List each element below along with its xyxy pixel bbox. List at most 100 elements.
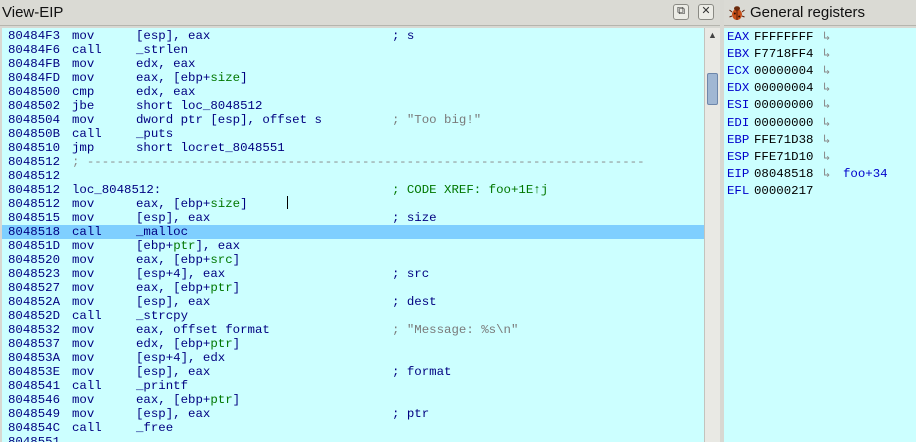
instruction-operands[interactable]: edx, eax [136, 85, 196, 99]
register-value[interactable]: 00000217 [754, 183, 814, 200]
close-window-button[interactable]: ✕ [698, 4, 714, 20]
instruction-operands[interactable]: _malloc [136, 225, 188, 239]
instruction-mnemonic[interactable]: mov [72, 253, 94, 267]
instruction-mnemonic[interactable]: mov [72, 407, 94, 421]
register-row-efl[interactable]: EFL 00000217 [727, 183, 916, 200]
register-value[interactable]: 00000000 [754, 115, 814, 132]
jump-arrow-icon[interactable]: ↳ [823, 29, 830, 46]
instruction-operands[interactable]: edx, eax [136, 57, 196, 71]
stack-variable-name[interactable]: ptr [210, 393, 232, 407]
instruction-mnemonic[interactable]: mov [72, 239, 94, 253]
listing-row[interactable]: 80484F3 mov [esp], eax ; s [2, 29, 704, 43]
instruction-operands[interactable]: eax, [ebp+size] [136, 71, 248, 85]
listing-row[interactable]: 804853E mov [esp], eax ; format [2, 365, 704, 379]
instruction-mnemonic[interactable]: mov [72, 29, 94, 43]
instruction-mnemonic[interactable]: mov [72, 295, 94, 309]
jump-arrow-icon[interactable]: ↳ [823, 149, 830, 166]
listing-row[interactable]: 8048500 cmp edx, eax [2, 85, 704, 99]
restore-window-button[interactable]: ⧉ [673, 4, 689, 20]
stack-variable-name[interactable]: size [210, 71, 240, 85]
instruction-mnemonic[interactable]: mov [72, 351, 94, 365]
register-row-edi[interactable]: EDI 00000000 ↳ [727, 115, 916, 132]
instruction-operands[interactable]: _free [136, 421, 173, 435]
register-row-ecx[interactable]: ECX 00000004 ↳ [727, 63, 916, 80]
instruction-mnemonic[interactable]: mov [72, 267, 94, 281]
listing-row[interactable]: 80484F6 call _strlen [2, 43, 704, 57]
instruction-operands[interactable]: [ebp+ptr], eax [136, 239, 240, 253]
register-row-edx[interactable]: EDX 00000004 ↳ [727, 80, 916, 97]
instruction-mnemonic[interactable]: mov [72, 57, 94, 71]
instruction-mnemonic[interactable]: call [72, 225, 102, 239]
instruction-mnemonic[interactable]: mov [72, 337, 94, 351]
instruction-mnemonic[interactable]: mov [72, 211, 94, 225]
instruction-mnemonic[interactable]: call [72, 421, 102, 435]
listing-row[interactable]: 804850B call _puts [2, 127, 704, 141]
instruction-operands[interactable]: eax, [ebp+src] [136, 253, 240, 267]
instruction-operands[interactable]: [esp], eax [136, 295, 210, 309]
stack-variable-name[interactable]: ptr [210, 337, 232, 351]
instruction-operands[interactable]: eax, [ebp+ptr] [136, 393, 240, 407]
jump-arrow-icon[interactable]: ↳ [823, 80, 830, 97]
stack-variable-name[interactable]: src [210, 253, 232, 267]
instruction-mnemonic[interactable]: call [72, 309, 102, 323]
instruction-mnemonic[interactable]: mov [72, 113, 94, 127]
listing-row[interactable]: 80484FB mov edx, eax [2, 57, 704, 71]
instruction-mnemonic[interactable]: mov [72, 393, 94, 407]
listing-row[interactable]: 804854C call _free [2, 421, 704, 435]
jump-arrow-icon[interactable]: ↳ [823, 115, 830, 132]
register-value[interactable]: 00000000 [754, 97, 814, 114]
instruction-operands[interactable]: dword ptr [esp], offset s [136, 113, 322, 127]
instruction-operands[interactable]: [esp+4], edx [136, 351, 225, 365]
listing-row[interactable]: 8048532 mov eax, offset format ; "Message: … [2, 323, 704, 337]
instruction-operands[interactable]: _printf [136, 379, 188, 393]
listing-row[interactable]: 8048504 mov dword ptr [esp], offset s ; "To… [2, 113, 704, 127]
register-value[interactable]: FFFFFFFF [754, 29, 814, 46]
register-value[interactable]: FFE71D10 [754, 149, 814, 166]
register-row-esi[interactable]: ESI 00000000 ↳ [727, 97, 916, 114]
instruction-operands[interactable]: eax, offset format [136, 323, 270, 337]
listing-row[interactable]: 8048549 mov [esp], eax ; ptr [2, 407, 704, 421]
register-row-ebx[interactable]: EBX F7718FF4 ↳ [727, 46, 916, 63]
code-label[interactable]: loc_8048512: [72, 183, 161, 197]
instruction-operands[interactable]: _strcpy [136, 309, 188, 323]
instruction-operands[interactable]: [esp], eax [136, 29, 210, 43]
listing-scrollbar[interactable]: ▲ [704, 28, 720, 442]
instruction-mnemonic[interactable]: mov [72, 323, 94, 337]
listing-row[interactable]: 80484FD mov eax, [ebp+size] [2, 71, 704, 85]
listing-row[interactable]: 8048527 mov eax, [ebp+ptr] [2, 281, 704, 295]
register-value[interactable]: 00000004 [754, 63, 814, 80]
general-registers-panel[interactable]: EAX FFFFFFFF ↳ EBX F7718FF4 ↳ ECX 00000004 ↳ EDX 0… [724, 28, 916, 442]
instruction-operands[interactable]: [esp], eax [136, 365, 210, 379]
listing-row[interactable]: 8048537 mov edx, [ebp+ptr] [2, 337, 704, 351]
listing-row[interactable]: 8048512 ; -------------------------------… [2, 155, 704, 169]
instruction-mnemonic[interactable]: mov [72, 365, 94, 379]
register-value[interactable]: F7718FF4 [754, 46, 814, 63]
listing-row[interactable]: 8048523 mov [esp+4], eax ; src [2, 267, 704, 281]
register-row-eax[interactable]: EAX FFFFFFFF ↳ [727, 29, 916, 46]
jump-arrow-icon[interactable]: ↳ [823, 97, 830, 114]
register-row-eip[interactable]: EIP 08048518 ↳ foo+34 [727, 166, 916, 183]
listing-row[interactable]: 8048551 [2, 435, 704, 442]
instruction-mnemonic[interactable]: call [72, 127, 102, 141]
jump-arrow-icon[interactable]: ↳ [823, 63, 830, 80]
instruction-mnemonic[interactable]: jmp [72, 141, 94, 155]
instruction-operands[interactable]: [esp], eax [136, 407, 210, 421]
stack-variable-name[interactable]: ptr [173, 239, 195, 253]
instruction-mnemonic[interactable]: mov [72, 71, 94, 85]
register-value[interactable]: 00000004 [754, 80, 814, 97]
listing-row[interactable]: 804851D mov [ebp+ptr], eax [2, 239, 704, 253]
jump-arrow-icon[interactable]: ↳ [823, 132, 830, 149]
instruction-operands[interactable]: _strlen [136, 43, 188, 57]
instruction-mnemonic[interactable]: call [72, 43, 102, 57]
listing-row[interactable]: 8048510 jmp short locret_8048551 [2, 141, 704, 155]
instruction-operands[interactable]: short locret_8048551 [136, 141, 285, 155]
listing-row[interactable]: 8048512 [2, 169, 704, 183]
listing-row[interactable]: 8048512 loc_8048512: ; CODE XREF: foo+1E↑j [2, 183, 704, 197]
listing-row[interactable]: 8048546 mov eax, [ebp+ptr] [2, 393, 704, 407]
listing-row[interactable]: 8048502 jbe short loc_8048512 [2, 99, 704, 113]
instruction-operands[interactable]: [esp+4], eax [136, 267, 225, 281]
register-row-ebp[interactable]: EBP FFE71D38 ↳ [727, 132, 916, 149]
register-value[interactable]: FFE71D38 [754, 132, 814, 149]
instruction-operands[interactable]: eax, [ebp+ptr] [136, 281, 240, 295]
listing-row[interactable]: 8048541 call _printf [2, 379, 704, 393]
